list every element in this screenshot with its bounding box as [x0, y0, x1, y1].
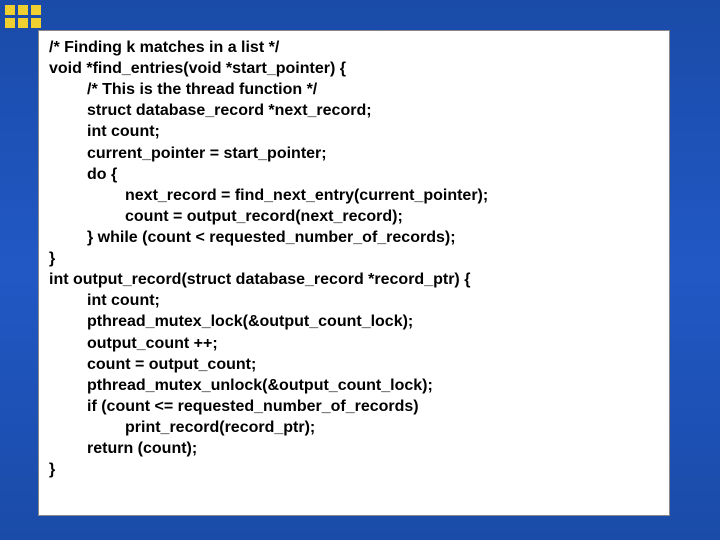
code-line: print_record(record_ptr); [49, 417, 659, 438]
code-line: int count; [49, 290, 659, 311]
code-block: /* Finding k matches in a list */ void *… [38, 30, 670, 516]
code-line: int count; [49, 121, 659, 142]
code-line: } [49, 459, 659, 480]
code-line: count = output_count; [49, 354, 659, 375]
code-line: return (count); [49, 438, 659, 459]
code-line: count = output_record(next_record); [49, 206, 659, 227]
square-icon [18, 18, 28, 28]
code-line: if (count <= requested_number_of_records… [49, 396, 659, 417]
square-icon [31, 5, 41, 15]
square-icon [5, 5, 15, 15]
code-line: } [49, 248, 659, 269]
code-line: current_pointer = start_pointer; [49, 143, 659, 164]
decorative-squares [5, 5, 41, 28]
code-line: next_record = find_next_entry(current_po… [49, 185, 659, 206]
code-line: output_count ++; [49, 333, 659, 354]
code-line: /* Finding k matches in a list */ [49, 37, 659, 58]
square-icon [18, 5, 28, 15]
code-line: /* This is the thread function */ [49, 79, 659, 100]
code-line: pthread_mutex_unlock(&output_count_lock)… [49, 375, 659, 396]
code-line: int output_record(struct database_record… [49, 269, 659, 290]
square-icon [5, 18, 15, 28]
code-line: } while (count < requested_number_of_rec… [49, 227, 659, 248]
square-icon [31, 18, 41, 28]
code-line: void *find_entries(void *start_pointer) … [49, 58, 659, 79]
code-line: do { [49, 164, 659, 185]
code-line: pthread_mutex_lock(&output_count_lock); [49, 311, 659, 332]
code-line: struct database_record *next_record; [49, 100, 659, 121]
